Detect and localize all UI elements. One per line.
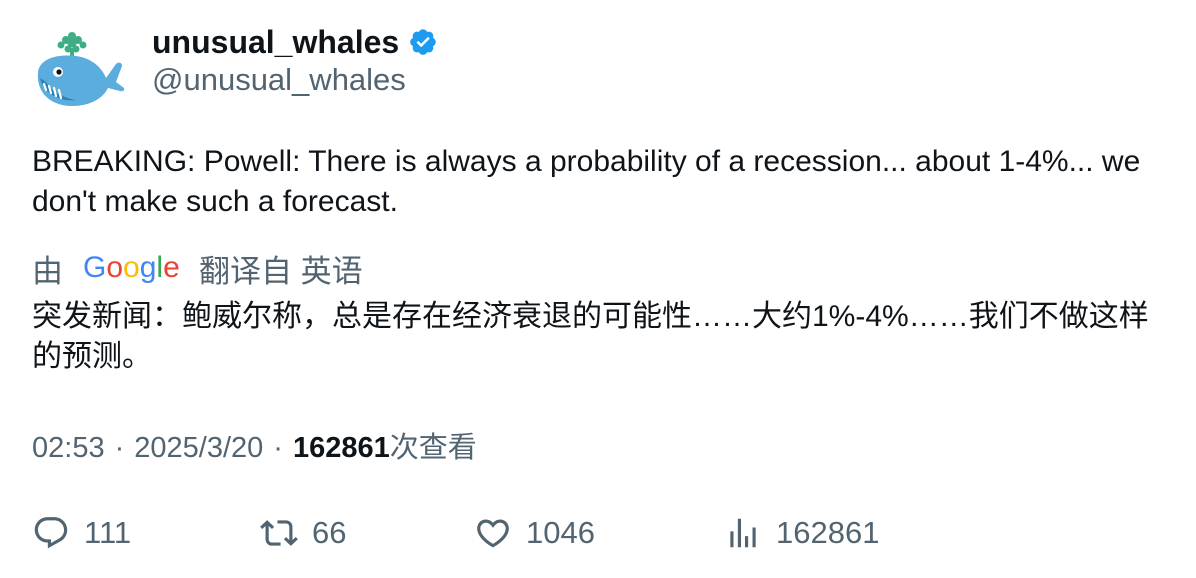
svg-text:Google: Google bbox=[83, 251, 180, 284]
tweet-date[interactable]: 2025/3/20 bbox=[134, 432, 263, 465]
action-bar: 111 66 1046 162861 bbox=[0, 505, 1196, 561]
verified-badge-icon[interactable] bbox=[408, 27, 438, 57]
views-action-count: 162861 bbox=[776, 515, 880, 550]
whale-logo-icon bbox=[37, 32, 125, 106]
avatar[interactable] bbox=[32, 28, 126, 110]
views-label: 次查看 bbox=[389, 432, 477, 464]
translation-attribution[interactable]: 由 Google 翻译自 英语 bbox=[32, 247, 363, 289]
translation-suffix: 翻译自 英语 bbox=[199, 253, 363, 289]
translated-text: 突发新闻：鲍威尔称，总是存在经济衰退的可能性……大约1%-4%……我们不做这样的… bbox=[32, 300, 1149, 373]
tweet-time[interactable]: 02:53 bbox=[32, 432, 105, 465]
heart-icon bbox=[477, 519, 509, 548]
author-handle[interactable]: @unusual_whales bbox=[152, 62, 406, 98]
google-logo-icon: Google bbox=[83, 247, 181, 289]
retweet-count: 66 bbox=[312, 515, 347, 550]
tweet-meta: 02:53 · 2025/3/20 · 162861 次查看 bbox=[32, 424, 477, 466]
retweet-button[interactable]: 66 bbox=[260, 505, 346, 561]
meta-separator: · bbox=[114, 432, 125, 464]
like-count: 1046 bbox=[526, 515, 595, 550]
retweet-icon bbox=[260, 520, 298, 546]
translation-prefix: 由 bbox=[32, 253, 63, 289]
views-count: 162861 bbox=[292, 432, 390, 464]
reply-button[interactable]: 111 bbox=[32, 505, 131, 561]
views-button[interactable]: 162861 bbox=[724, 505, 879, 561]
reply-count: 111 bbox=[84, 515, 132, 550]
reply-icon bbox=[34, 517, 68, 549]
like-button[interactable]: 1046 bbox=[474, 505, 595, 561]
analytics-icon bbox=[730, 518, 756, 548]
tweet-text: BREAKING: Powell: There is always a prob… bbox=[32, 145, 1141, 218]
display-name[interactable]: unusual_whales bbox=[152, 24, 399, 61]
meta-separator-2: · bbox=[273, 432, 283, 464]
author-name-row[interactable]: unusual_whales bbox=[152, 22, 438, 62]
